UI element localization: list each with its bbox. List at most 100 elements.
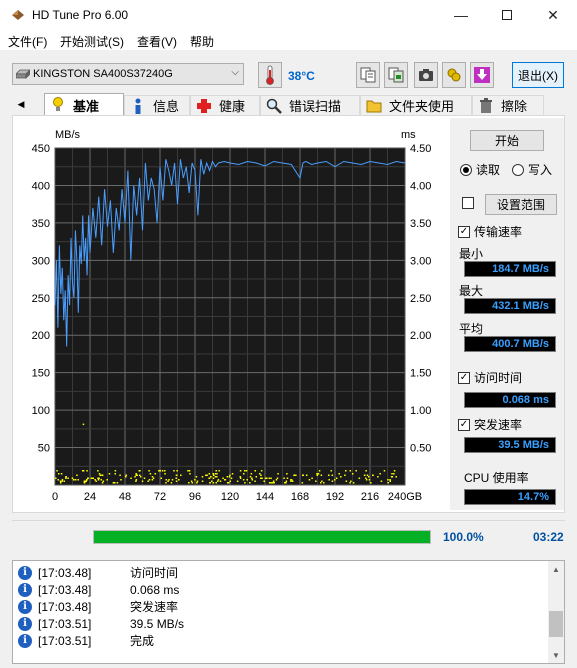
scrollbar-thumb[interactable] [549,611,563,637]
minimize-button[interactable]: — [438,0,484,30]
access-time-point [175,480,178,483]
cpu-usage-label: CPU 使用率 [464,471,529,485]
tab-info[interactable]: 信息 [124,95,190,115]
access-time-point [379,473,381,475]
log-list[interactable]: i [17:03.48] 访问时间 i [17:03.48] 0.068 ms i [17… [12,560,565,664]
access-time-point [283,477,285,480]
access-time-point [249,482,251,484]
access-time-point [351,473,354,475]
set-range-button[interactable]: 设置范围 [485,194,557,215]
transfer-rate-checkbox[interactable]: ✓ 传输速率 [458,223,522,240]
access-time-point [335,477,338,480]
access-time-point [164,470,166,472]
access-time-point [71,477,74,480]
access-time-point [59,480,62,483]
write-radio[interactable]: 写入 [512,161,552,178]
tab-scroll-left-button[interactable]: ◀ [12,95,30,113]
log-row: i [17:03.48] 访问时间 [18,564,178,581]
access-time-point [271,482,274,484]
tab-error-scan[interactable]: 错误扫描 [260,95,360,115]
access-time-point [242,479,245,481]
access-time-point [170,482,173,484]
scroll-up-icon[interactable]: ▲ [548,561,564,577]
access-time-point [161,470,164,472]
tab-folder-usage[interactable]: 文件夹使用 [360,95,472,115]
drive-select[interactable]: KINGSTON SA400S37240G ⌵ [12,63,244,85]
burst-rate-checkbox[interactable]: ✓ 突发速率 [458,416,522,433]
cpu-usage-value: 14.7% [464,489,556,505]
menu-start-test[interactable]: 开始测试(S) [60,33,124,50]
access-time-point [194,479,196,481]
info-icon: i [18,565,32,580]
access-time-point [286,477,289,480]
exit-button[interactable]: 退出(X) [512,62,564,88]
access-time-point [139,470,141,472]
access-time-point [301,482,304,484]
access-time-point [99,474,102,477]
access-time-point [224,479,226,481]
range-checkbox[interactable] [462,197,478,209]
max-value: 432.1 MB/s [464,298,556,314]
tab-health[interactable]: 健康 [190,95,260,115]
y-left-tick-label: 150 [32,368,50,380]
temperature-button[interactable] [258,62,282,88]
log-row: i [17:03.51] 完成 [18,632,154,649]
access-time-point [159,470,162,472]
radio-selected-icon [460,163,472,176]
triangle-left-icon: ◀ [17,98,25,109]
access-time-point [266,477,268,480]
save-button[interactable] [470,62,494,88]
access-time-point [389,480,391,483]
access-time-point [391,473,393,475]
access-time-point [97,479,100,481]
title-bar: HD Tune Pro 6.00 — ✕ [0,0,577,30]
y-left-tick-label: 200 [32,330,50,342]
access-time-point [87,477,89,480]
access-time-point [60,473,63,475]
access-time-point [206,474,208,477]
x-tick-label: 96 [189,491,201,503]
start-button[interactable]: 开始 [470,130,544,151]
access-time-point [56,470,58,472]
menu-file[interactable]: 文件(F) [8,33,47,50]
copy-text-button[interactable] [356,62,380,88]
bulb-icon [49,97,67,113]
log-text: 0.068 ms [130,582,180,597]
y-left-tick-label: 400 [32,180,50,192]
copy-screenshot-button[interactable] [384,62,408,88]
tab-benchmark[interactable]: 基准 [44,93,124,116]
log-text: 39.5 MB/s [130,616,185,631]
access-time-point [173,470,175,472]
tab-erase[interactable]: 擦除 [472,95,544,115]
close-button[interactable]: ✕ [530,0,576,30]
access-time-point [171,479,174,481]
menu-view[interactable]: 查看(V) [137,33,177,50]
checkbox-unchecked-icon [462,197,474,209]
access-time-point [230,477,233,480]
maximize-button[interactable] [484,0,530,30]
access-time-point [345,480,348,483]
read-radio[interactable]: 读取 [460,161,500,178]
access-time-point [358,477,361,480]
access-time-checkbox[interactable]: ✓ 访问时间 [458,369,522,386]
y-left-tick-label: 100 [32,405,50,417]
tab-label: 基准 [73,98,100,114]
access-time-point [328,474,330,477]
access-time-point [365,477,367,480]
scroll-down-icon[interactable]: ▼ [548,647,564,663]
menu-help[interactable]: 帮助 [190,33,214,50]
access-time-point [368,479,371,481]
y-right-axis-label: ms [401,129,416,141]
access-time-point [63,480,66,483]
access-time-point [217,479,220,481]
access-time-point [219,480,222,483]
access-time-point [55,477,57,480]
access-time-point [251,477,253,480]
access-time-point [187,470,189,472]
access-time-point [350,480,352,483]
options-button[interactable] [442,62,466,88]
x-tick-label: 192 [326,491,344,503]
screenshot-button[interactable] [414,62,438,88]
log-scrollbar[interactable]: ▲ ▼ [548,561,564,663]
access-time-point [114,470,117,472]
